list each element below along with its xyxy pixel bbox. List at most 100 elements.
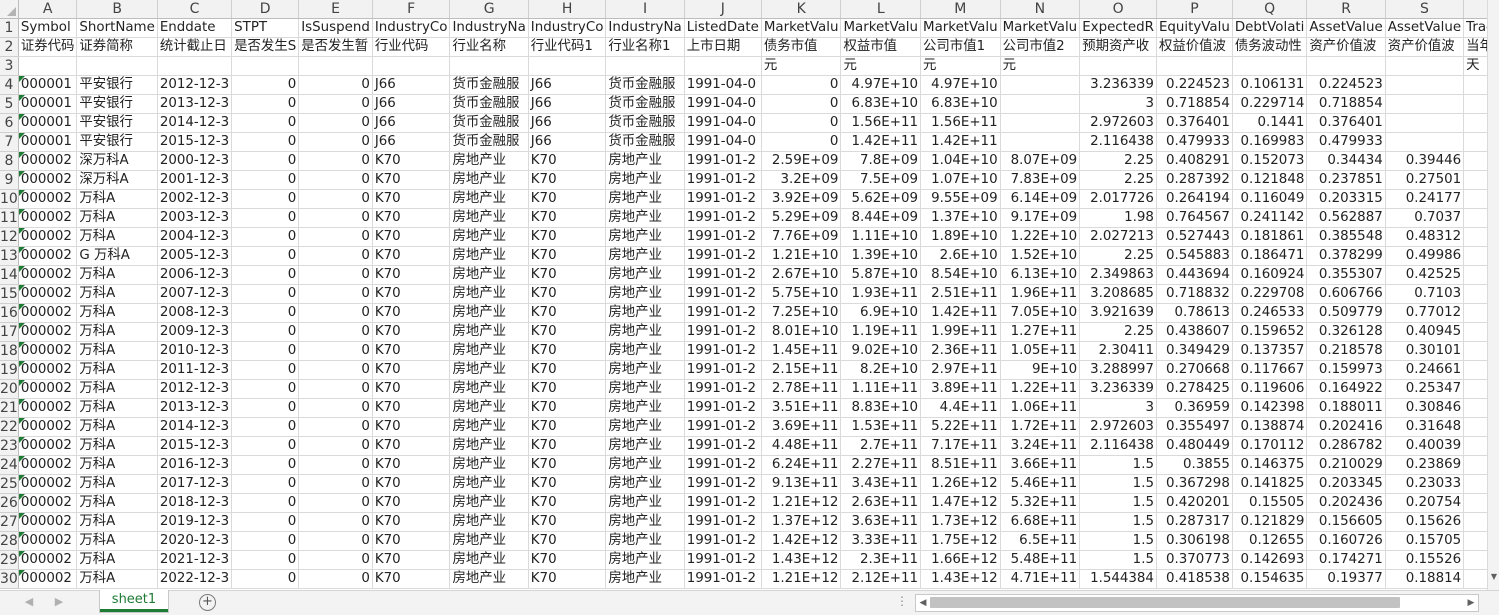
cell-e30[interactable]: 0 xyxy=(298,569,373,589)
cell-j24[interactable]: 1991-01-2 xyxy=(684,455,762,475)
row-header[interactable]: 28 xyxy=(0,531,19,551)
cell-d25[interactable]: 0 xyxy=(231,474,300,494)
cell-c25[interactable]: 2017-12-3 xyxy=(157,474,233,494)
cell-f18[interactable]: K70 xyxy=(372,341,451,361)
cell-o14[interactable]: 2.349863 xyxy=(1079,265,1157,285)
cell-s7[interactable] xyxy=(1385,132,1465,152)
cell-e27[interactable]: 0 xyxy=(298,512,373,532)
cell-q17[interactable]: 0.159652 xyxy=(1232,322,1308,342)
cell-a8[interactable]: 000002 xyxy=(18,151,78,171)
cell-n2[interactable]: 公司市值2 xyxy=(1000,37,1081,57)
cell-m21[interactable]: 4.4E+11 xyxy=(920,398,1001,418)
cell-c20[interactable]: 2012-12-3 xyxy=(157,379,233,399)
cell-q21[interactable]: 0.142398 xyxy=(1232,398,1308,418)
cell-e21[interactable]: 0 xyxy=(298,398,373,418)
cell-d24[interactable]: 0 xyxy=(231,455,300,475)
cell-f28[interactable]: K70 xyxy=(372,531,451,551)
cell-j2[interactable]: 上市日期 xyxy=(684,37,762,57)
cell-b5[interactable]: 平安银行 xyxy=(76,94,158,114)
cell-g14[interactable]: 房地产业 xyxy=(449,265,529,285)
cell-j28[interactable]: 1991-01-2 xyxy=(684,531,762,551)
cell-n11[interactable]: 9.17E+09 xyxy=(1000,208,1081,228)
cell-t16[interactable]: 244 xyxy=(1463,303,1487,323)
cell-h8[interactable]: K70 xyxy=(528,151,607,171)
cell-q11[interactable]: 0.241142 xyxy=(1232,208,1308,228)
cell-s29[interactable]: 0.15526 xyxy=(1385,550,1465,570)
cell-m22[interactable]: 5.22E+11 xyxy=(920,417,1001,437)
cell-i22[interactable]: 房地产业 xyxy=(605,417,685,437)
cell-i15[interactable]: 房地产业 xyxy=(605,284,685,304)
cell-p28[interactable]: 0.306198 xyxy=(1156,531,1233,551)
cell-i17[interactable]: 房地产业 xyxy=(605,322,685,342)
cell-p19[interactable]: 0.270668 xyxy=(1156,360,1233,380)
row-header[interactable]: 12 xyxy=(0,227,19,247)
cell-b3[interactable] xyxy=(76,56,158,76)
cell-k7[interactable]: 0 xyxy=(761,132,842,152)
cell-e6[interactable]: 0 xyxy=(298,113,373,133)
cell-r22[interactable]: 0.202416 xyxy=(1306,417,1386,437)
cell-p25[interactable]: 0.367298 xyxy=(1156,474,1233,494)
cell-n21[interactable]: 1.06E+11 xyxy=(1000,398,1081,418)
cell-m16[interactable]: 1.42E+11 xyxy=(920,303,1001,323)
column-header-k[interactable]: K xyxy=(761,0,842,19)
cell-e25[interactable]: 0 xyxy=(298,474,373,494)
cell-b21[interactable]: 万科A xyxy=(76,398,158,418)
cell-q15[interactable]: 0.229708 xyxy=(1232,284,1308,304)
cell-h5[interactable]: J66 xyxy=(528,94,607,114)
cell-s22[interactable]: 0.31648 xyxy=(1385,417,1465,437)
cell-f5[interactable]: J66 xyxy=(372,94,451,114)
cell-o29[interactable]: 1.5 xyxy=(1079,550,1157,570)
cell-q7[interactable]: 0.169983 xyxy=(1232,132,1308,152)
row-header[interactable]: 13 xyxy=(0,246,19,266)
cell-d4[interactable]: 0 xyxy=(231,75,300,95)
cell-o1[interactable]: ExpectedR xyxy=(1079,18,1157,38)
cell-o11[interactable]: 1.98 xyxy=(1079,208,1157,228)
cell-r30[interactable]: 0.19377 xyxy=(1306,569,1386,589)
cell-c19[interactable]: 2011-12-3 xyxy=(157,360,233,380)
cell-b29[interactable]: 万科A xyxy=(76,550,158,570)
cell-q23[interactable]: 0.170112 xyxy=(1232,436,1308,456)
cell-c29[interactable]: 2021-12-3 xyxy=(157,550,233,570)
cell-p6[interactable]: 0.376401 xyxy=(1156,113,1233,133)
cell-f6[interactable]: J66 xyxy=(372,113,451,133)
cell-s9[interactable]: 0.27501 xyxy=(1385,170,1465,190)
cell-m5[interactable]: 6.83E+10 xyxy=(920,94,1001,114)
cell-e23[interactable]: 0 xyxy=(298,436,373,456)
cell-o17[interactable]: 2.25 xyxy=(1079,322,1157,342)
cell-r3[interactable] xyxy=(1306,56,1386,76)
cell-p4[interactable]: 0.224523 xyxy=(1156,75,1233,95)
cell-t20[interactable]: 238 xyxy=(1463,379,1487,399)
row-header[interactable]: 11 xyxy=(0,208,19,228)
cell-j11[interactable]: 1991-01-2 xyxy=(684,208,762,228)
cell-g23[interactable]: 房地产业 xyxy=(449,436,529,456)
cell-s26[interactable]: 0.20754 xyxy=(1385,493,1465,513)
cell-e10[interactable]: 0 xyxy=(298,189,373,209)
cell-g15[interactable]: 房地产业 xyxy=(449,284,529,304)
cell-p9[interactable]: 0.287392 xyxy=(1156,170,1233,190)
row-header[interactable]: 24 xyxy=(0,455,19,475)
cell-p13[interactable]: 0.545883 xyxy=(1156,246,1233,266)
cell-i24[interactable]: 房地产业 xyxy=(605,455,685,475)
cell-r27[interactable]: 0.156605 xyxy=(1306,512,1386,532)
cell-f13[interactable]: K70 xyxy=(372,246,451,266)
cell-n6[interactable] xyxy=(1000,113,1081,133)
cell-e9[interactable]: 0 xyxy=(298,170,373,190)
cell-e8[interactable]: 0 xyxy=(298,151,373,171)
cell-b20[interactable]: 万科A xyxy=(76,379,158,399)
cell-i20[interactable]: 房地产业 xyxy=(605,379,685,399)
cell-n14[interactable]: 6.13E+10 xyxy=(1000,265,1081,285)
scroll-right-arrow-icon[interactable]: ▶ xyxy=(1464,595,1478,611)
cell-n19[interactable]: 9E+10 xyxy=(1000,360,1081,380)
cell-k13[interactable]: 1.21E+10 xyxy=(761,246,842,266)
cell-f11[interactable]: K70 xyxy=(372,208,451,228)
cell-p21[interactable]: 0.36959 xyxy=(1156,398,1233,418)
cell-c14[interactable]: 2006-12-3 xyxy=(157,265,233,285)
cell-e28[interactable]: 0 xyxy=(298,531,373,551)
cell-e5[interactable]: 0 xyxy=(298,94,373,114)
cell-g22[interactable]: 房地产业 xyxy=(449,417,529,437)
cell-q18[interactable]: 0.137357 xyxy=(1232,341,1308,361)
cell-g17[interactable]: 房地产业 xyxy=(449,322,529,342)
tab-sheet1[interactable]: sheet1 xyxy=(99,590,169,613)
cell-g28[interactable]: 房地产业 xyxy=(449,531,529,551)
cell-i10[interactable]: 房地产业 xyxy=(605,189,685,209)
